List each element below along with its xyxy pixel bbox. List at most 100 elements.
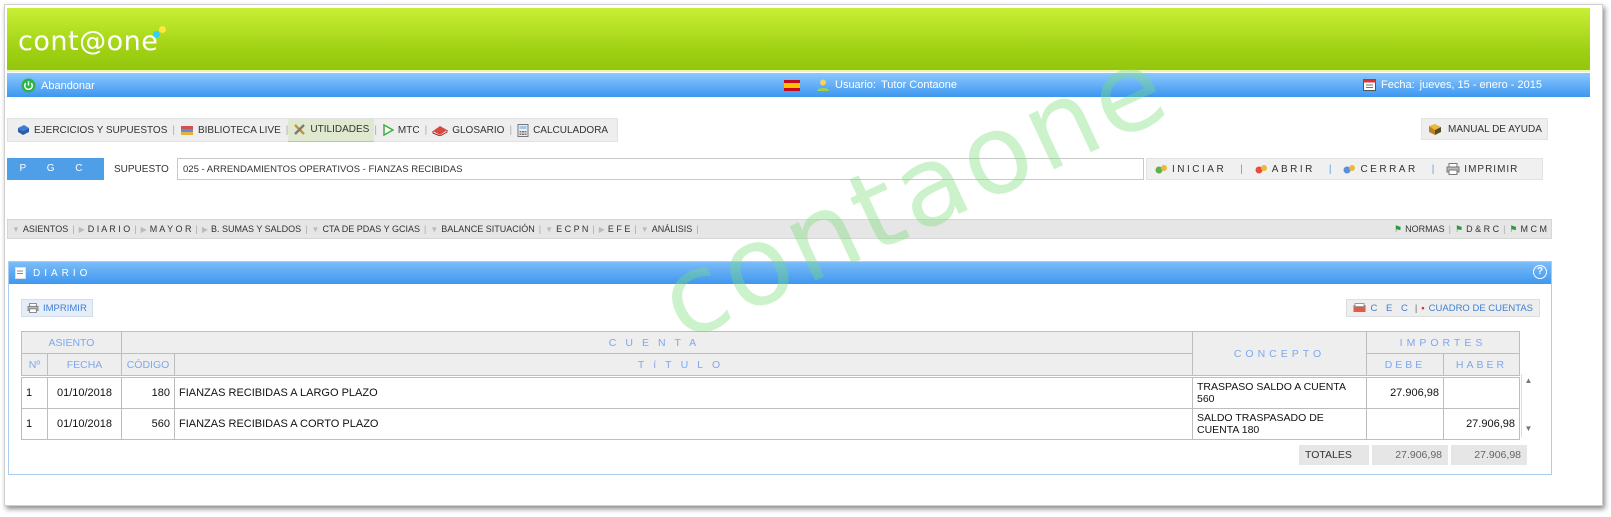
flag-icon: ⚑ <box>1394 223 1403 234</box>
date-value: jueves, 15 - enero - 2015 <box>1419 78 1542 91</box>
menu-label: NORMAS <box>1405 224 1445 234</box>
chart-icon: ▪ <box>1421 302 1425 314</box>
cell-fecha: 01/10/2018 <box>47 377 122 409</box>
separator: | <box>1431 163 1435 175</box>
cuadro-cuentas-button[interactable]: CUADRO DE CUENTAS <box>1429 303 1533 314</box>
play-icon <box>383 124 394 136</box>
toolbar-label: EJERCICIOS Y SUPUESTOS <box>34 124 168 136</box>
menu-label: B. SUMAS Y SALDOS <box>210 224 302 234</box>
scroll-up-icon[interactable]: ▲ <box>1522 376 1535 385</box>
triangle-down-icon: ▼ <box>545 224 554 234</box>
diario-panel: DIARIO ? IMPRIMIR C E C | ▪ CUADRO DE CU… <box>8 261 1552 475</box>
books-icon <box>180 125 193 135</box>
imprimir-button[interactable]: IMPRIMIR <box>1446 163 1532 175</box>
separator: | <box>696 224 699 234</box>
menu-mayor[interactable]: ▶ M A Y O R <box>137 224 196 234</box>
toolbar-item-biblioteca[interactable]: BIBLIOTECA LIVE <box>175 119 286 141</box>
panel-print-label: IMPRIMIR <box>43 302 87 314</box>
totals-haber: 27.906,98 <box>1451 445 1527 465</box>
menu-label: D & R C <box>1466 224 1500 234</box>
tab-pgc[interactable]: P G C <box>7 158 104 180</box>
iniciar-label: INICIAR <box>1172 163 1227 175</box>
col-codigo: CÓDIGO <box>121 353 175 376</box>
iniciar-button[interactable]: INICIAR <box>1155 163 1240 175</box>
table-row[interactable]: 1 01/10/2018 560 FIANZAS RECIBIDAS A COR… <box>21 408 1520 440</box>
menu-label: ANÁLISIS <box>651 224 693 234</box>
menu-balance-situacion[interactable]: ▼ BALANCE SITUACIÓN <box>426 224 538 234</box>
abrir-button[interactable]: ABRIR <box>1255 163 1329 175</box>
cell-debe <box>1366 408 1444 440</box>
leave-label: Abandonar <box>41 79 95 92</box>
calendar-icon <box>1363 79 1376 91</box>
cell-n: 1 <box>21 377 48 409</box>
cell-titulo: FIANZAS RECIBIDAS A CORTO PLAZO <box>174 408 1193 440</box>
help-label: MANUAL DE AYUDA <box>1448 123 1542 135</box>
menu-drc[interactable]: ⚑ D & R C <box>1451 224 1503 235</box>
table-scrollbar[interactable]: ▲ ▼ <box>1521 374 1535 437</box>
cec-button[interactable]: C E C <box>1370 303 1410 314</box>
header-banner: cont@one <box>7 8 1590 72</box>
cell-concepto: SALDO TRASPASADO DE CUENTA 180 <box>1192 408 1367 440</box>
menu-analisis[interactable]: ▼ ANÁLISIS <box>637 224 696 234</box>
totals-label: TOTALES <box>1299 445 1369 465</box>
menu-asientos[interactable]: ▼ ASIENTOS <box>8 224 72 234</box>
toolbar-item-glosario[interactable]: GLOSARIO <box>427 119 509 141</box>
toolbar-item-utilidades[interactable]: UTILIDADES <box>288 118 375 142</box>
user-icon <box>817 79 829 91</box>
logo-dots-icon <box>153 26 167 40</box>
printer-icon <box>1446 163 1460 175</box>
menu-diario[interactable]: ▶ D I A R I O <box>75 224 135 234</box>
start-icon <box>1155 165 1167 174</box>
user-label: Usuario: <box>835 79 876 91</box>
imprimir-label: IMPRIMIR <box>1464 163 1519 175</box>
panel-print-button[interactable]: IMPRIMIR <box>21 299 93 317</box>
toolbar-item-calculadora[interactable]: CALCULADORA <box>512 119 613 141</box>
action-bar: INICIAR | ABRIR | CERRAR | IMPRIMIR <box>1146 158 1543 180</box>
menu-label: M A Y O R <box>149 224 192 234</box>
diario-table: ASIENTO CUENTA CONCEPTO IMPORTES Nº FECH… <box>21 331 1520 440</box>
main-toolbar: EJERCICIOS Y SUPUESTOS | BIBLIOTECA LIVE… <box>7 118 619 142</box>
toolbar-item-mtc[interactable]: MTC <box>377 119 425 141</box>
cerrar-label: CERRAR <box>1360 163 1418 175</box>
triangle-down-icon: ▼ <box>12 224 20 234</box>
leave-button[interactable]: Abandonar <box>21 78 95 93</box>
menu-sumas-saldos[interactable]: ▶ B. SUMAS Y SALDOS <box>198 224 305 234</box>
logo: cont@one <box>18 26 159 57</box>
separator: | <box>1328 163 1332 175</box>
menu-ecpn[interactable]: ▼ E C P N <box>541 224 592 234</box>
toolbar-item-ejercicios[interactable]: EJERCICIOS Y SUPUESTOS <box>12 119 172 141</box>
menu-mcm[interactable]: ⚑ M C M <box>1505 224 1551 235</box>
help-icon[interactable]: ? <box>1533 265 1547 279</box>
menu-label: E F E <box>607 224 631 234</box>
toolbar-label: CALCULADORA <box>533 124 609 136</box>
menu-label: M C M <box>1520 224 1548 234</box>
open-icon <box>1255 165 1267 174</box>
col-cuenta: CUENTA <box>121 331 1193 354</box>
tools-icon <box>294 124 306 135</box>
top-status-bar: Abandonar Usuario: Tutor Contaone Fecha:… <box>7 73 1590 97</box>
abrir-label: ABRIR <box>1271 163 1315 175</box>
cell-haber <box>1443 377 1520 409</box>
cell-codigo: 180 <box>121 377 175 409</box>
cerrar-button[interactable]: CERRAR <box>1343 163 1431 175</box>
cec-icon <box>1353 303 1366 312</box>
menu-label: D I A R I O <box>87 224 131 234</box>
col-fecha: FECHA <box>47 353 122 376</box>
cec-toolbar: C E C | ▪ CUADRO DE CUENTAS <box>1346 299 1540 317</box>
col-haber: HABER <box>1443 353 1520 376</box>
supuesto-label: SUPUESTO <box>114 164 169 175</box>
user-info: Usuario: Tutor Contaone <box>784 78 957 92</box>
table-row[interactable]: 1 01/10/2018 180 FIANZAS RECIBIDAS A LAR… <box>21 377 1520 409</box>
scroll-down-icon[interactable]: ▼ <box>1522 424 1535 433</box>
triangle-right-icon: ▶ <box>201 224 208 234</box>
separator: | <box>1240 163 1243 175</box>
menu-efe[interactable]: ▶ E F E <box>595 224 635 234</box>
panel-title: DIARIO <box>33 267 92 279</box>
help-manual-button[interactable]: MANUAL DE AYUDA <box>1421 118 1548 140</box>
menu-cta-pdas-gcias[interactable]: ▼ CTA DE PDAS Y GCIAS <box>308 224 424 234</box>
triangle-down-icon: ▼ <box>640 224 649 234</box>
supuesto-field[interactable]: 025 - ARRENDAMIENTOS OPERATIVOS - FIANZA… <box>177 158 1144 180</box>
panel-header: DIARIO ? <box>9 262 1551 284</box>
col-asiento: ASIENTO <box>21 331 122 354</box>
menu-normas[interactable]: ⚑ NORMAS <box>1390 224 1449 235</box>
